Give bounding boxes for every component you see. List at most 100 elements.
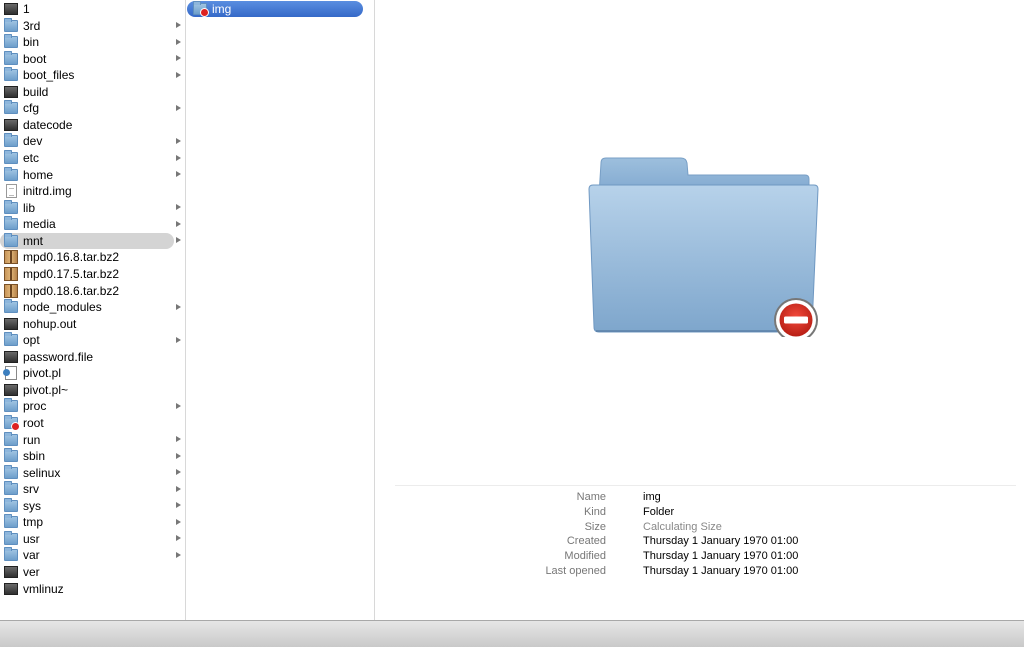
list-item-label: tmp — [23, 515, 44, 530]
list-item[interactable]: opt — [0, 332, 181, 348]
list-item[interactable]: node_modules — [0, 299, 181, 315]
list-item[interactable]: sys — [0, 497, 181, 514]
list-item[interactable]: usr — [0, 530, 181, 547]
list-item-label: boot_files — [23, 68, 75, 83]
list-item[interactable]: boot — [0, 50, 181, 67]
list-item-label: sbin — [23, 449, 46, 464]
disclosure-arrow-icon — [176, 22, 181, 29]
list-item-label: dev — [23, 134, 43, 149]
list-item[interactable]: etc — [0, 150, 181, 166]
disclosure-arrow-icon — [176, 71, 181, 78]
disclosure-arrow-icon — [176, 204, 181, 211]
list-item-label: img — [212, 2, 232, 16]
list-item-label: opt — [23, 333, 40, 348]
list-item[interactable]: 3rd — [0, 17, 181, 34]
list-item[interactable]: build — [0, 84, 174, 100]
archive-icon — [4, 250, 18, 265]
list-item[interactable]: password.file — [0, 349, 174, 365]
list-item-label: etc — [23, 151, 40, 166]
list-item-label: proc — [23, 399, 47, 414]
folder-icon — [4, 514, 18, 529]
list-item[interactable]: pivot.pl — [0, 365, 174, 381]
list-item-label: boot — [23, 51, 47, 66]
list-item[interactable]: boot_files — [0, 67, 181, 83]
list-item-label: mpd0.16.8.tar.bz2 — [23, 250, 120, 265]
list-item[interactable]: datecode — [0, 117, 174, 133]
archive-icon — [4, 266, 18, 281]
list-item[interactable]: ver — [0, 564, 174, 580]
disclosure-arrow-icon — [176, 518, 181, 525]
list-item-label: selinux — [23, 465, 61, 480]
folder-icon — [4, 199, 18, 214]
info-value: Thursday 1 January 1970 01:00 — [643, 565, 799, 577]
folder-icon — [4, 332, 18, 347]
folder-icon — [4, 100, 18, 115]
info-key: Last opened — [545, 565, 606, 577]
list-item-label: var — [23, 548, 40, 563]
list-item[interactable]: mpd0.17.5.tar.bz2 — [0, 266, 174, 282]
disclosure-arrow-icon — [176, 452, 181, 459]
list-item[interactable]: proc — [0, 398, 181, 414]
document-icon — [6, 184, 17, 199]
info-value: Thursday 1 January 1970 01:00 — [643, 535, 799, 548]
folder-icon — [4, 299, 18, 314]
info-row-name: Name img — [470, 490, 870, 505]
list-item-label: cfg — [23, 101, 40, 116]
list-item-label: password.file — [23, 349, 94, 364]
folder-icon — [4, 216, 18, 231]
folder-icon — [4, 17, 18, 32]
list-item-label: nohup.out — [23, 316, 77, 331]
column-root[interactable]: 1 3rd bin boot boot_files build cfg datecode dev… — [0, 0, 186, 621]
list-item-label: run — [23, 432, 41, 447]
list-item-label: media — [23, 217, 56, 232]
disclosure-arrow-icon — [176, 436, 181, 443]
list-item[interactable]: dev — [0, 133, 181, 149]
list-item[interactable]: root — [0, 415, 174, 431]
restricted-folder-icon — [4, 415, 20, 431]
list-item[interactable]: lib — [0, 199, 181, 216]
list-item-label: datecode — [23, 117, 73, 132]
executable-icon — [4, 383, 18, 396]
executable-icon — [4, 350, 18, 363]
info-value: Folder — [643, 505, 675, 518]
list-item[interactable]: cfg — [0, 100, 181, 116]
list-item[interactable]: mnt — [0, 232, 181, 249]
list-item-label: pivot.pl~ — [23, 382, 69, 397]
list-item[interactable]: var — [0, 547, 181, 563]
disclosure-arrow-icon — [176, 38, 181, 45]
executable-icon — [4, 118, 18, 131]
list-item[interactable]: selinux — [0, 464, 181, 481]
folder-icon — [4, 431, 18, 446]
disclosure-arrow-icon — [176, 551, 181, 558]
list-item[interactable]: home — [0, 166, 181, 183]
list-item[interactable]: mpd0.16.8.tar.bz2 — [0, 249, 174, 265]
list-item[interactable]: 1 — [0, 1, 174, 17]
column-mnt[interactable]: img — [186, 0, 375, 621]
list-item[interactable]: vmlinuz — [0, 581, 174, 597]
list-item-label: initrd.img — [23, 184, 72, 199]
list-item[interactable]: sbin — [0, 448, 181, 464]
preview-divider — [395, 485, 1016, 486]
list-item[interactable]: initrd.img — [0, 183, 174, 199]
list-item[interactable]: img — [187, 1, 363, 17]
list-item[interactable]: media — [0, 216, 181, 232]
list-item[interactable]: srv — [0, 481, 181, 497]
list-item-label: usr — [23, 531, 40, 546]
list-item[interactable]: nohup.out — [0, 316, 174, 332]
list-item[interactable]: tmp — [0, 514, 181, 530]
list-item[interactable]: pivot.pl~ — [0, 382, 174, 398]
list-item[interactable]: run — [0, 431, 181, 448]
list-item-label: root — [23, 416, 44, 430]
list-item-label: 1 — [23, 2, 30, 16]
list-item-label: vmlinuz — [23, 581, 64, 596]
list-item-label: mpd0.18.6.tar.bz2 — [23, 283, 120, 298]
list-item[interactable]: mpd0.18.6.tar.bz2 — [0, 283, 174, 299]
list-item-label: node_modules — [23, 300, 102, 315]
executable-icon — [4, 85, 18, 98]
info-row-kind: Kind Folder — [470, 505, 870, 520]
folder-icon — [4, 481, 18, 496]
folder-icon — [4, 34, 18, 49]
list-item[interactable]: bin — [0, 34, 181, 50]
archive-icon — [4, 283, 18, 298]
disclosure-arrow-icon — [176, 137, 181, 144]
